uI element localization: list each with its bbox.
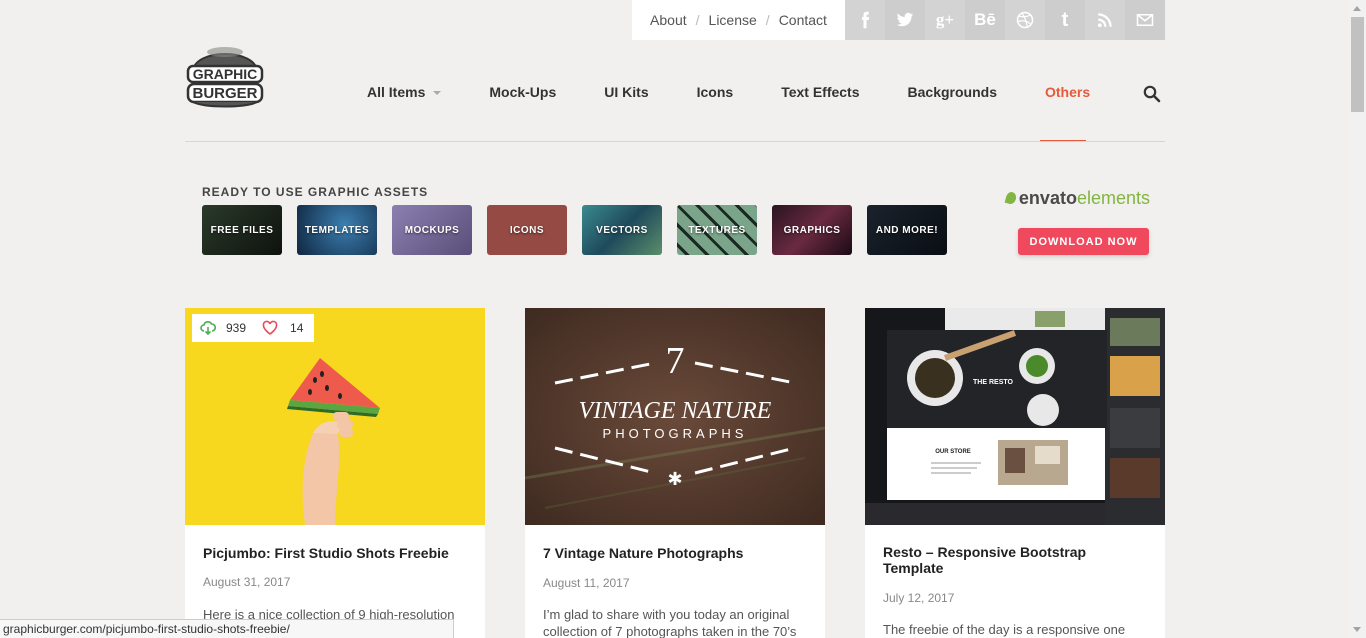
tile-icons[interactable]: ICONS bbox=[487, 205, 567, 255]
post-date: August 11, 2017 bbox=[543, 576, 630, 590]
tile-label: MOCKUPS bbox=[404, 224, 460, 236]
social-links: g+ Bē t bbox=[845, 0, 1165, 40]
tile-label: FREE FILES bbox=[210, 224, 274, 236]
post-thumbnail[interactable]: 939 14 bbox=[185, 308, 485, 525]
nav-backgrounds[interactable]: Backgrounds bbox=[908, 84, 997, 104]
post-thumbnail[interactable]: THE RESTO OUR STORE bbox=[865, 308, 1165, 525]
download-count: 939 bbox=[226, 321, 247, 335]
tile-mockups[interactable]: MOCKUPS bbox=[392, 205, 472, 255]
about-link[interactable]: About bbox=[650, 12, 687, 28]
post-excerpt: The freebie of the day is a responsive o… bbox=[883, 622, 1126, 637]
scroll-up-icon[interactable] bbox=[1353, 6, 1361, 11]
main-nav: All Items Mock-Ups UI Kits Icons Text Ef… bbox=[367, 84, 1138, 104]
heart-icon[interactable] bbox=[262, 320, 278, 336]
vertical-scrollbar[interactable] bbox=[1349, 0, 1366, 638]
tile-templates[interactable]: TEMPLATES bbox=[297, 205, 377, 255]
envato-elements-logo[interactable]: envato elements bbox=[1004, 187, 1150, 209]
tile-label: AND MORE! bbox=[875, 224, 939, 236]
envato-leaf-icon bbox=[1004, 190, 1018, 206]
post-title[interactable]: Picjumbo: First Studio Shots Freebie bbox=[203, 545, 449, 561]
cloud-download-icon bbox=[200, 321, 216, 336]
thumb-subtitle: PHOTOGRAPHS bbox=[603, 426, 748, 441]
elements-wordmark: elements bbox=[1076, 187, 1150, 208]
scroll-down-icon[interactable] bbox=[1353, 627, 1361, 632]
browser-status-bar: graphicburger.com/picjumbo-first-studio-… bbox=[0, 619, 454, 638]
thumb-store: OUR STORE bbox=[935, 449, 971, 455]
nav-label: All Items bbox=[367, 84, 426, 100]
tile-label: GRAPHICS bbox=[783, 224, 841, 236]
svg-text:✱: ✱ bbox=[667, 469, 682, 489]
separator: / bbox=[765, 12, 770, 28]
dribbble-icon[interactable] bbox=[1005, 0, 1045, 40]
scrollbar-thumb[interactable] bbox=[1351, 17, 1364, 112]
chevron-down-icon bbox=[433, 91, 442, 96]
post-thumbnail[interactable]: 7 VINTAGE NATURE PHOTOGRAPHS ✱ bbox=[525, 308, 825, 525]
tile-label: VECTORS bbox=[596, 224, 648, 236]
tile-graphics[interactable]: GRAPHICS bbox=[772, 205, 852, 255]
resto-template-preview: THE RESTO OUR STORE bbox=[865, 308, 1165, 525]
post-card[interactable]: THE RESTO OUR STORE Resto – Responsive B… bbox=[865, 308, 1165, 638]
facebook-icon[interactable] bbox=[845, 0, 885, 40]
download-now-button[interactable]: DOWNLOAD NOW bbox=[1018, 228, 1149, 255]
separator: / bbox=[695, 12, 700, 28]
search-icon[interactable] bbox=[1143, 85, 1161, 103]
nav-others[interactable]: Others bbox=[1045, 84, 1090, 104]
post-card[interactable]: 939 14 Picjumbo: First Studio Shots Free… bbox=[185, 308, 485, 638]
top-links: About / License / Contact bbox=[632, 0, 845, 40]
tile-free-files[interactable]: FREE FILES bbox=[202, 205, 282, 255]
envato-wordmark: envato bbox=[1018, 187, 1077, 208]
svg-text:BURGER: BURGER bbox=[192, 85, 257, 102]
license-link[interactable]: License bbox=[709, 12, 757, 28]
header-divider bbox=[185, 141, 1165, 142]
tumblr-icon[interactable]: t bbox=[1045, 0, 1085, 40]
tile-label: ICONS bbox=[509, 224, 545, 236]
nav-all-items[interactable]: All Items bbox=[367, 84, 442, 104]
nav-ui-kits[interactable]: UI Kits bbox=[604, 84, 648, 104]
contact-link[interactable]: Contact bbox=[779, 12, 827, 28]
twitter-icon[interactable] bbox=[885, 0, 925, 40]
nav-mock-ups[interactable]: Mock-Ups bbox=[489, 84, 556, 104]
tile-label: TEXTURES bbox=[688, 224, 746, 236]
post-date: July 12, 2017 bbox=[883, 591, 955, 605]
behance-icon[interactable]: Bē bbox=[965, 0, 1005, 40]
post-title[interactable]: 7 Vintage Nature Photographs bbox=[543, 545, 743, 561]
like-count: 14 bbox=[290, 321, 304, 335]
post-stats: 939 14 bbox=[192, 314, 314, 342]
post-date: August 31, 2017 bbox=[203, 575, 291, 589]
tile-vectors[interactable]: VECTORS bbox=[582, 205, 662, 255]
mail-icon[interactable] bbox=[1125, 0, 1165, 40]
graphicburger-logo[interactable]: GRAPHIC BURGER bbox=[185, 38, 265, 108]
svg-text:GRAPHIC: GRAPHIC bbox=[193, 66, 258, 82]
post-title[interactable]: Resto – Responsive Bootstrap Template bbox=[883, 544, 1147, 576]
nav-text-effects[interactable]: Text Effects bbox=[781, 84, 859, 104]
tile-textures[interactable]: TEXTURES bbox=[677, 205, 757, 255]
google-plus-icon[interactable]: g+ bbox=[925, 0, 965, 40]
thumb-brand: THE RESTO bbox=[973, 379, 1013, 386]
thumb-title: VINTAGE NATURE bbox=[579, 398, 772, 424]
nav-icons[interactable]: Icons bbox=[697, 84, 734, 104]
tile-and-more[interactable]: AND MORE! bbox=[867, 205, 947, 255]
rss-icon[interactable] bbox=[1085, 0, 1125, 40]
tile-label: TEMPLATES bbox=[304, 224, 370, 236]
thumb-number: 7 bbox=[666, 340, 685, 382]
vintage-nature-badge: 7 VINTAGE NATURE PHOTOGRAPHS ✱ bbox=[525, 340, 825, 509]
post-excerpt: I’m glad to share with you today an orig… bbox=[543, 607, 797, 638]
assets-heading: READY TO USE GRAPHIC ASSETS bbox=[202, 185, 429, 199]
post-card[interactable]: 7 VINTAGE NATURE PHOTOGRAPHS ✱ 7 Vintage… bbox=[525, 308, 825, 638]
